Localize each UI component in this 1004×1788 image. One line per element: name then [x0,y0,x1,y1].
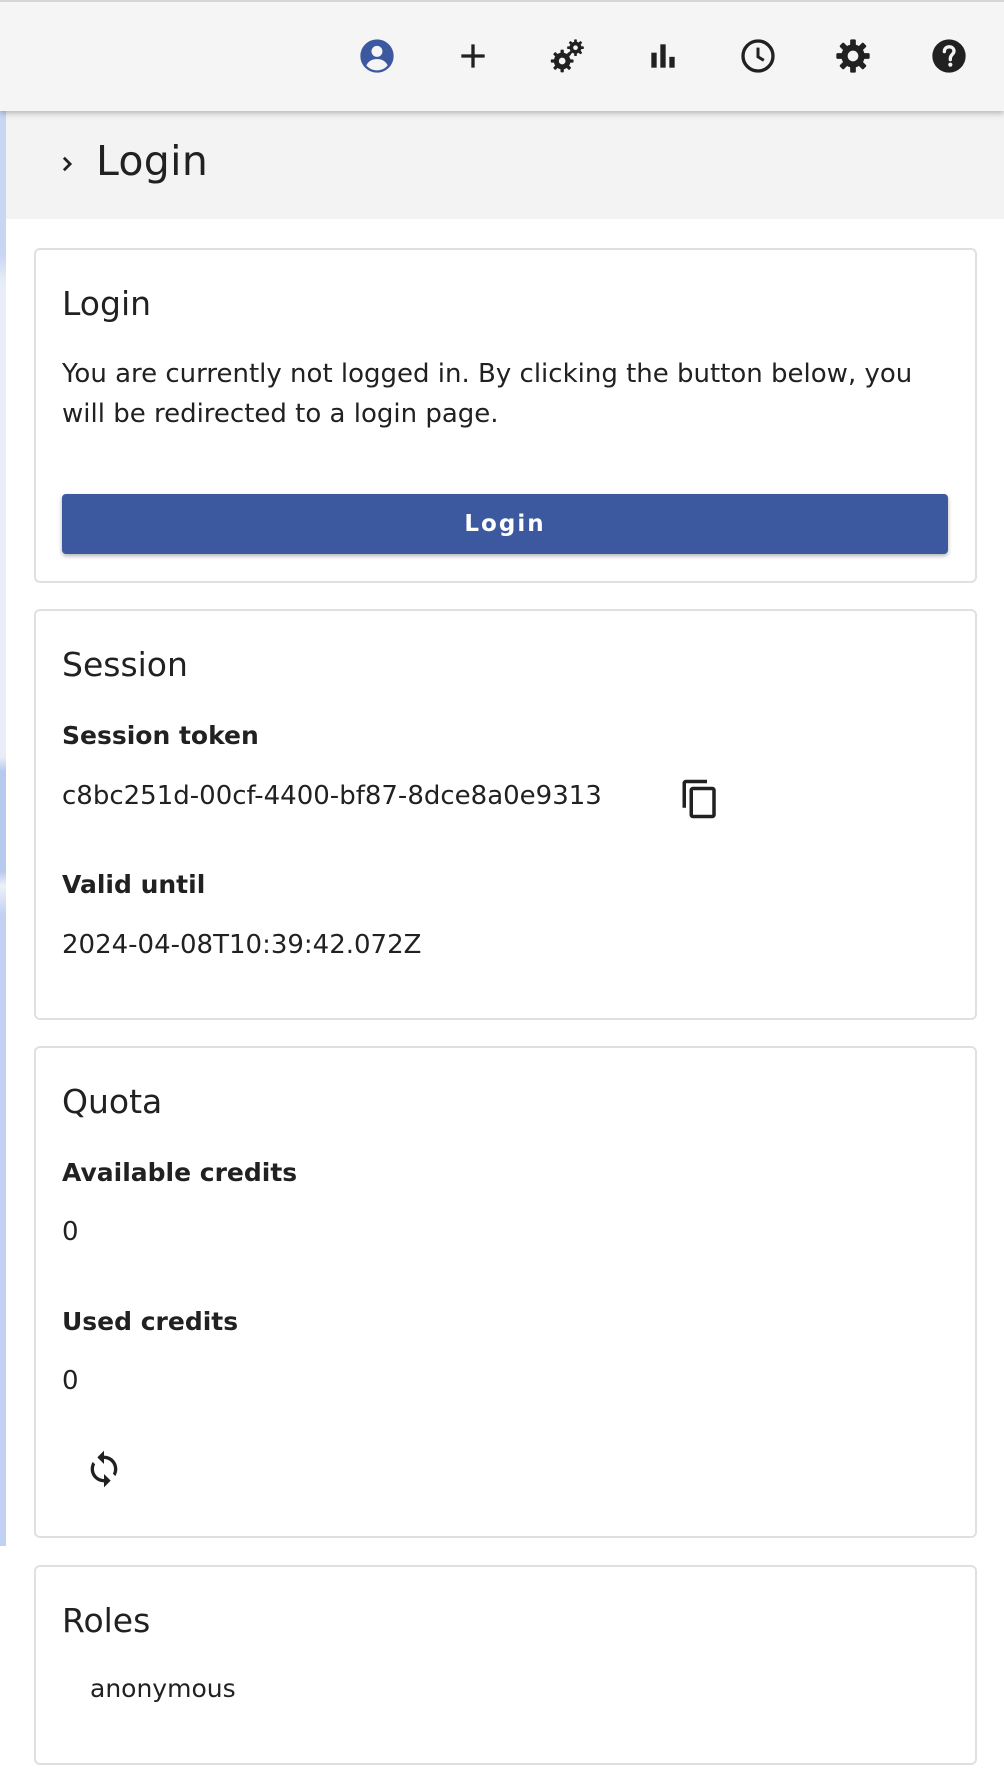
roles-card: Roles anonymous [34,1565,977,1765]
panel-header: Login [6,111,1004,219]
quota-card: Quota Available credits 0 Used credits 0 [34,1046,977,1538]
refresh-quota-button[interactable] [76,1441,132,1497]
copy-icon [682,779,716,819]
settings-button[interactable] [823,26,883,86]
account-circle-icon [360,39,394,73]
session-token-value: c8bc251d-00cf-4400-bf87-8dce8a0e9313 [62,781,602,811]
statistics-button[interactable] [633,26,693,86]
account-button[interactable] [347,26,407,86]
role-item: anonymous [90,1674,236,1703]
settings-icon [836,39,870,73]
used-credits-value: 0 [62,1366,79,1396]
used-credits-label: Used credits [62,1307,239,1336]
login-message: You are currently not logged in. By clic… [62,359,913,429]
session-card-title: Session [62,645,188,684]
copy-token-button[interactable] [672,771,728,827]
login-card-title: Login [62,284,152,323]
help-button[interactable] [919,26,979,86]
workflows-button[interactable] [538,26,598,86]
refresh-icon [90,1450,118,1488]
top-toolbar [0,0,1004,111]
session-token-label: Session token [62,721,259,750]
history-button[interactable] [728,26,788,86]
chevron-right-icon[interactable] [52,149,82,179]
login-button[interactable]: Login [62,494,948,554]
roles-card-title: Roles [62,1601,151,1640]
cogs-icon [550,39,584,73]
valid-until-value: 2024-04-08T10:39:42.072Z [62,930,422,960]
valid-until-label: Valid until [62,870,206,899]
available-credits-value: 0 [62,1217,79,1247]
add-button[interactable] [443,26,503,86]
help-icon [932,39,966,73]
bar-chart-icon [651,44,675,68]
login-card: Login You are currently not logged in. B… [34,248,977,583]
quota-card-title: Quota [62,1082,163,1121]
page-title: Login [96,137,209,185]
add-icon [461,44,485,68]
available-credits-label: Available credits [62,1158,298,1187]
clock-icon [741,39,775,73]
session-card: Session Session token c8bc251d-00cf-4400… [34,609,977,1020]
login-panel: Login Login You are currently not logged… [6,111,1004,1788]
